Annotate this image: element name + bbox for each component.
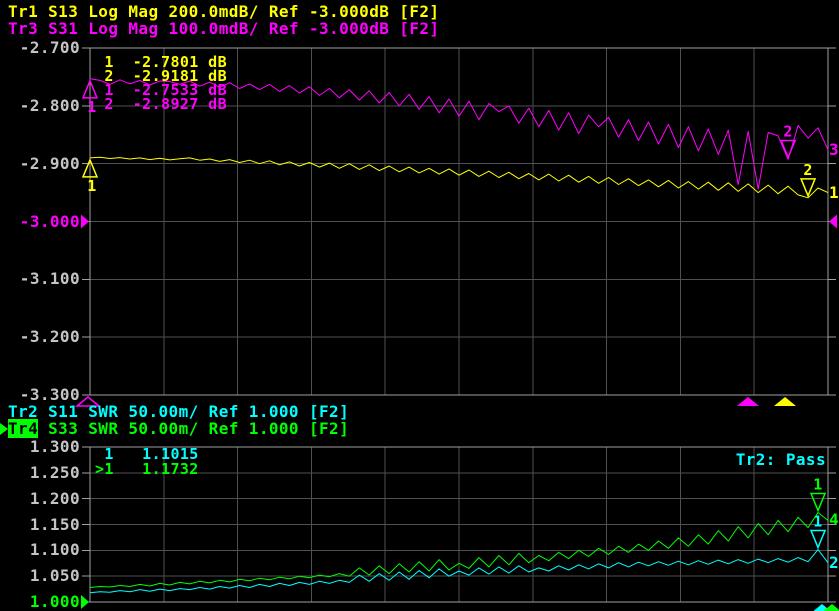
marker-readout-row: 1 1.1015 xyxy=(95,445,199,463)
y-axis-tick-label: -3.300 xyxy=(19,385,80,404)
y-axis-tick-label: 1.000 xyxy=(29,592,80,611)
y-axis-tick-label: -3.000 xyxy=(19,211,80,231)
marker-number: 2 xyxy=(783,122,792,140)
marker-number: 1 xyxy=(87,177,96,195)
trace-header-tr1[interactable]: Tr1 S13 Log Mag 200.0mdB/ Ref -3.000dB [… xyxy=(8,4,439,20)
vna-screen: 121211 Tr1 S13 Log Mag 200.0mdB/ Ref -3.… xyxy=(0,0,839,611)
marker-stimulus-position-icon xyxy=(774,397,796,406)
trace-number-label: 1 xyxy=(829,182,839,202)
trace-settings-text: S31 Log Mag 100.0mdB/ Ref -3.000dB [F2] xyxy=(38,19,440,38)
y-axis-tick-label: -3.100 xyxy=(19,269,80,289)
marker-symbol[interactable] xyxy=(809,529,827,550)
trace-settings-text: S33 SWR 50.00m/ Ref 1.000 [F2] xyxy=(38,419,350,438)
y-axis-tick-label: -3.200 xyxy=(19,327,80,347)
trace-number-label: 4 xyxy=(829,510,839,530)
y-axis-tick-label: -2.900 xyxy=(19,153,80,173)
marker-number: 1 xyxy=(813,476,822,494)
trace-number-label: 3 xyxy=(829,139,839,159)
active-trace-arrow-icon xyxy=(0,423,8,435)
limit-status: Tr2: Pass xyxy=(735,450,826,469)
y-axis-tick-label: -2.800 xyxy=(19,95,80,115)
reference-level-pointer-icon xyxy=(81,595,89,609)
y-axis-tick-label: -2.700 xyxy=(19,38,80,57)
reference-level-pointer-icon xyxy=(81,214,89,229)
trace-header-tr4[interactable]: Tr4 S33 SWR 50.00m/ Ref 1.000 [F2] xyxy=(0,419,350,438)
y-axis-tick-label: 1.250 xyxy=(29,462,80,482)
marker-symbol[interactable] xyxy=(809,492,827,513)
y-axis-tick-label: 1.050 xyxy=(29,566,80,586)
y-axis-tick-label: 1.100 xyxy=(29,540,80,560)
trace-header-tr3[interactable]: Tr3 S31 Log Mag 100.0mdB/ Ref -3.000dB [… xyxy=(8,21,439,37)
marker-number: 2 xyxy=(803,161,812,179)
y-axis-tick-label: 1.150 xyxy=(29,514,80,534)
marker-stimulus-position-icon xyxy=(737,397,759,406)
trace-label: Tr3 xyxy=(8,19,39,38)
trace-header-tr2[interactable]: Tr2 S11 SWR 50.00m/ Ref 1.000 [F2] xyxy=(8,404,349,420)
marker-readout-row: >1 1.1732 xyxy=(95,460,199,478)
marker-readout-row: 2 -2.8927 dB xyxy=(95,95,228,113)
y-axis-tick-label: 1.300 xyxy=(29,437,80,456)
trace-number-label: 2 xyxy=(829,552,839,572)
y-axis-tick-label: 1.200 xyxy=(29,488,80,508)
reference-level-pointer-icon xyxy=(829,214,837,229)
trace-label: Tr4 xyxy=(8,419,39,438)
